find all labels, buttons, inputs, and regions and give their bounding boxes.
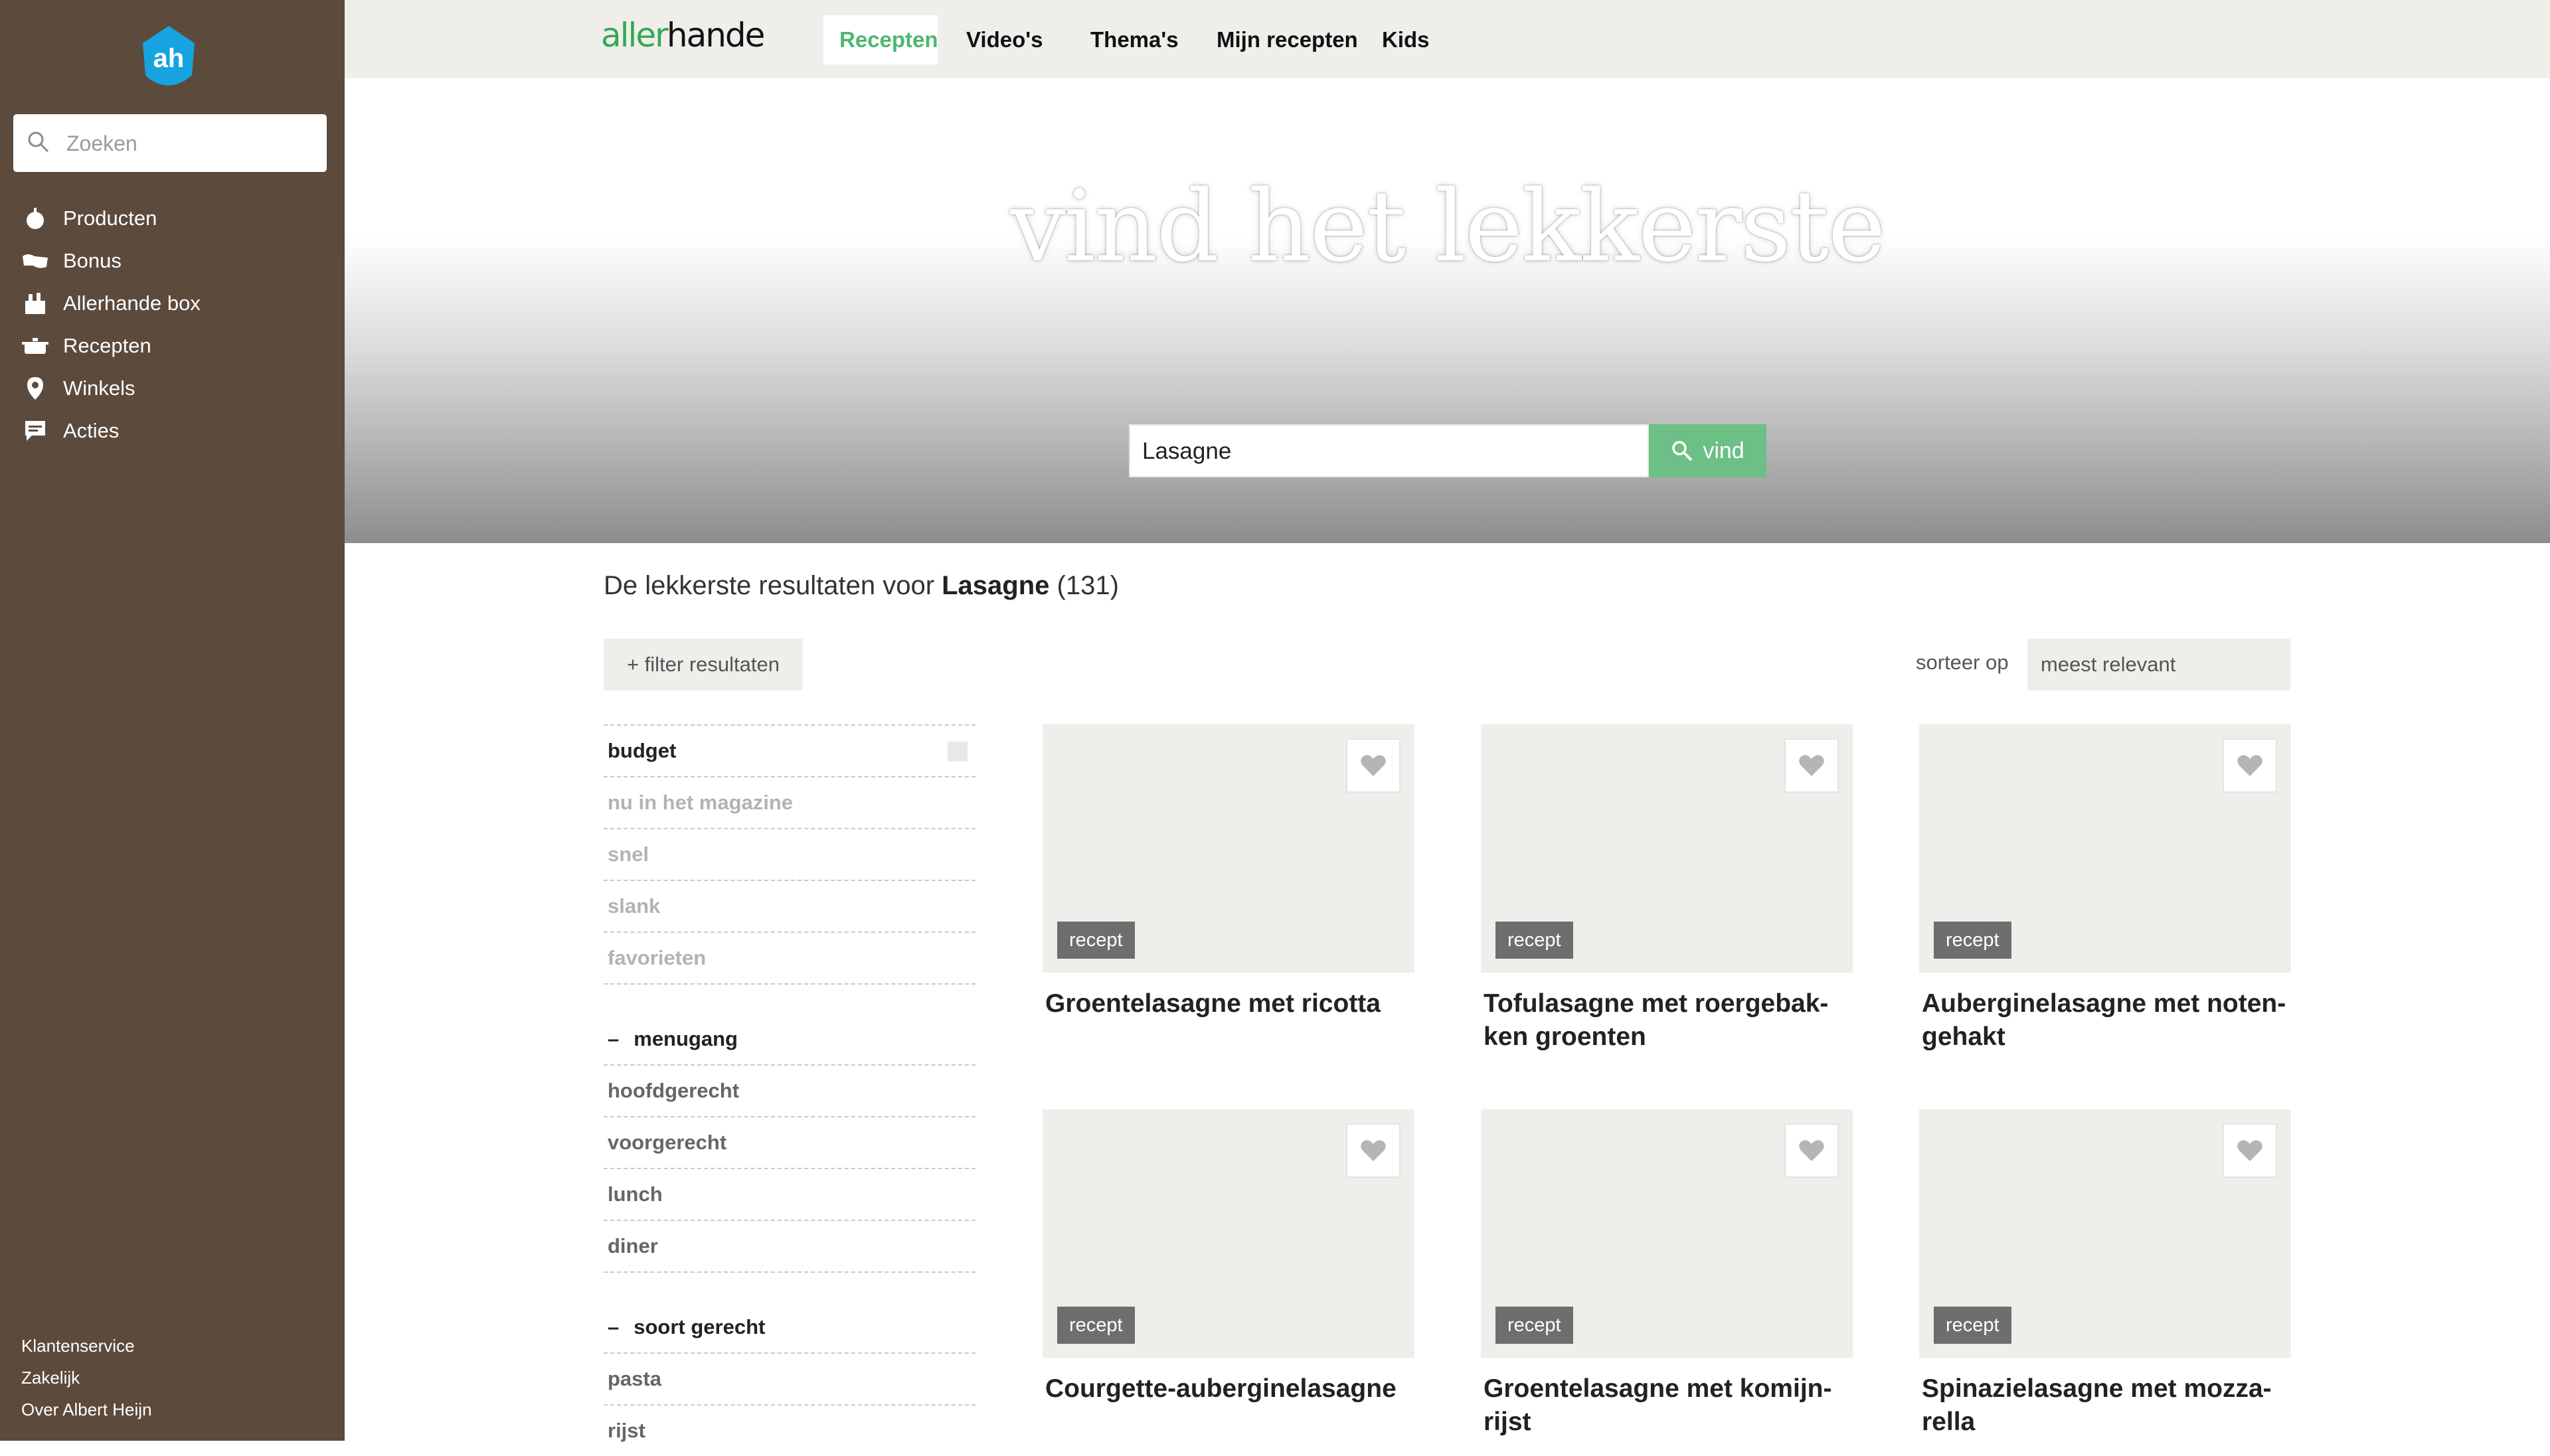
filter-nu-in-het-magazine[interactable]: nu in het magazine bbox=[604, 776, 976, 828]
recipe-search-field[interactable] bbox=[1129, 424, 1649, 477]
vind-button-label: vind bbox=[1703, 438, 1744, 463]
box-icon bbox=[21, 289, 49, 317]
recipe-title[interactable]: Tofulasagne met roergebak-ken groenten bbox=[1481, 987, 1849, 1054]
recipe-image[interactable]: recept bbox=[1043, 724, 1414, 973]
recipe-image[interactable]: recept bbox=[1043, 1109, 1414, 1358]
location-pin-icon bbox=[21, 374, 49, 402]
sidebar-item-bonus[interactable]: Bonus bbox=[21, 242, 122, 280]
tab-recepten[interactable]: Recepten bbox=[823, 15, 938, 64]
recipe-card[interactable]: recept Auberginelasagne met noten-gehakt bbox=[1919, 724, 2291, 1054]
sort-select[interactable]: meest relevant bbox=[2027, 639, 2290, 690]
favorite-button[interactable] bbox=[1784, 738, 1839, 793]
filter-divider bbox=[604, 1271, 976, 1273]
vind-button[interactable]: vind bbox=[1649, 424, 1766, 477]
filter-group-soort-gerecht[interactable]: – soort gerecht bbox=[608, 1315, 765, 1339]
results-count: (131) bbox=[1057, 571, 1119, 600]
tab-videos[interactable]: Video's bbox=[950, 15, 1059, 64]
recipe-tag: recept bbox=[1057, 1307, 1135, 1344]
sidebar-search-input[interactable] bbox=[65, 114, 320, 173]
sidebar-item-acties[interactable]: Acties bbox=[21, 412, 119, 449]
sidebar-item-producten[interactable]: Producten bbox=[21, 200, 157, 237]
svg-text:ah: ah bbox=[153, 44, 185, 73]
chat-icon bbox=[21, 417, 49, 445]
sidebar-item-label: Acties bbox=[63, 419, 120, 442]
heart-icon bbox=[2237, 755, 2262, 776]
favorite-button[interactable] bbox=[2223, 1123, 2277, 1178]
recipe-image[interactable]: recept bbox=[1481, 1109, 1853, 1358]
hero-title: vind het lekkerste bbox=[1009, 169, 1886, 283]
filter-rijst[interactable]: rijst bbox=[604, 1404, 976, 1456]
pan-icon bbox=[21, 332, 49, 360]
filter-slank[interactable]: slank bbox=[604, 880, 976, 931]
tab-mijn-recepten[interactable]: Mijn recepten bbox=[1201, 15, 1374, 64]
favorite-button[interactable] bbox=[1346, 738, 1401, 793]
filter-pasta[interactable]: pasta bbox=[604, 1352, 976, 1404]
sidebar-item-allerhande-box[interactable]: Allerhande box bbox=[21, 285, 201, 322]
recipe-card[interactable]: recept Groentelasagne met ricotta bbox=[1043, 724, 1414, 1020]
sidebar-item-label: Recepten bbox=[63, 334, 151, 357]
recipe-tag: recept bbox=[1934, 1307, 2011, 1344]
filter-budget[interactable]: budget bbox=[604, 724, 976, 776]
filter-lunch[interactable]: lunch bbox=[604, 1168, 976, 1220]
search-icon bbox=[1672, 441, 1693, 461]
results-heading: De lekkerste resultaten voor Lasagne (13… bbox=[604, 571, 1119, 600]
recipe-image[interactable]: recept bbox=[1919, 724, 2291, 973]
footer-link-klantenservice[interactable]: Klantenservice bbox=[21, 1336, 135, 1356]
filter-divider bbox=[604, 983, 976, 985]
recipe-card[interactable]: recept Spinazielasagne met mozza-rella bbox=[1919, 1109, 2291, 1439]
filter-checkbox[interactable] bbox=[948, 742, 968, 762]
footer-link-zakelijk[interactable]: Zakelijk bbox=[21, 1368, 80, 1388]
results-query: Lasagne bbox=[942, 571, 1050, 600]
recipe-card[interactable]: recept Courgette-auberginelasagne bbox=[1043, 1109, 1414, 1406]
heart-icon bbox=[1361, 755, 1386, 776]
sidebar-item-label: Allerhande box bbox=[63, 291, 201, 315]
recipe-tag: recept bbox=[1495, 1307, 1573, 1344]
top-navigation: allerhande Recepten Video's Thema's Mijn… bbox=[345, 0, 2550, 78]
sidebar: ah Producten Bonus Allerhande box Recept… bbox=[0, 0, 345, 1441]
bonus-icon bbox=[21, 247, 49, 275]
recipe-title[interactable]: Courgette-auberginelasagne bbox=[1043, 1372, 1410, 1406]
apple-icon bbox=[21, 204, 49, 232]
search-icon bbox=[25, 129, 52, 159]
recipe-card[interactable]: recept Tofulasagne met roergebak-ken gro… bbox=[1481, 724, 1853, 1054]
allerhande-logo[interactable]: allerhande bbox=[601, 16, 765, 54]
filter-voorgerecht[interactable]: voorgerecht bbox=[604, 1116, 976, 1168]
sidebar-search[interactable] bbox=[13, 114, 327, 173]
recipe-image[interactable]: recept bbox=[1919, 1109, 2291, 1358]
recipe-title[interactable]: Spinazielasagne met mozza-rella bbox=[1919, 1372, 2287, 1439]
recipe-tag: recept bbox=[1057, 922, 1135, 959]
sort-label: sorteer op bbox=[1916, 651, 2009, 674]
hero-banner: vind het lekkerste vind bbox=[345, 78, 2550, 543]
heart-icon bbox=[1799, 1140, 1824, 1161]
sidebar-item-winkels[interactable]: Winkels bbox=[21, 370, 135, 407]
favorite-button[interactable] bbox=[2223, 738, 2277, 793]
albert-heijn-logo-icon[interactable]: ah bbox=[136, 23, 201, 88]
sidebar-item-label: Bonus bbox=[63, 249, 122, 272]
favorite-button[interactable] bbox=[1784, 1123, 1839, 1178]
footer-link-over-albert-heijn[interactable]: Over Albert Heijn bbox=[21, 1400, 152, 1420]
recipe-tag: recept bbox=[1495, 922, 1573, 959]
recipe-image[interactable]: recept bbox=[1481, 724, 1853, 973]
favorite-button[interactable] bbox=[1346, 1123, 1401, 1178]
filter-diner[interactable]: diner bbox=[604, 1220, 976, 1271]
recipe-tag: recept bbox=[1934, 922, 2011, 959]
filter-hoofdgerecht[interactable]: hoofdgerecht bbox=[604, 1064, 976, 1116]
heart-icon bbox=[1799, 755, 1824, 776]
tab-kids[interactable]: Kids bbox=[1366, 15, 1446, 64]
sidebar-item-label: Producten bbox=[63, 206, 157, 230]
recipe-title[interactable]: Groentelasagne met ricotta bbox=[1043, 987, 1410, 1020]
recipe-card[interactable]: recept Groentelasagne met komijn-rijst bbox=[1481, 1109, 1853, 1439]
filter-snel[interactable]: snel bbox=[604, 828, 976, 880]
recipe-search-input[interactable] bbox=[1141, 426, 1648, 477]
recipe-title[interactable]: Auberginelasagne met noten-gehakt bbox=[1919, 987, 2287, 1054]
filter-favorieten[interactable]: favorieten bbox=[604, 931, 976, 983]
tab-themas[interactable]: Thema's bbox=[1074, 15, 1195, 64]
filter-group-menugang[interactable]: – menugang bbox=[608, 1027, 738, 1051]
recipe-title[interactable]: Groentelasagne met komijn-rijst bbox=[1481, 1372, 1849, 1439]
sidebar-item-recepten[interactable]: Recepten bbox=[21, 327, 151, 364]
heart-icon bbox=[2237, 1140, 2262, 1161]
filter-results-button[interactable]: + filter resultaten bbox=[604, 639, 803, 690]
sidebar-item-label: Winkels bbox=[63, 376, 135, 400]
heart-icon bbox=[1361, 1140, 1386, 1161]
